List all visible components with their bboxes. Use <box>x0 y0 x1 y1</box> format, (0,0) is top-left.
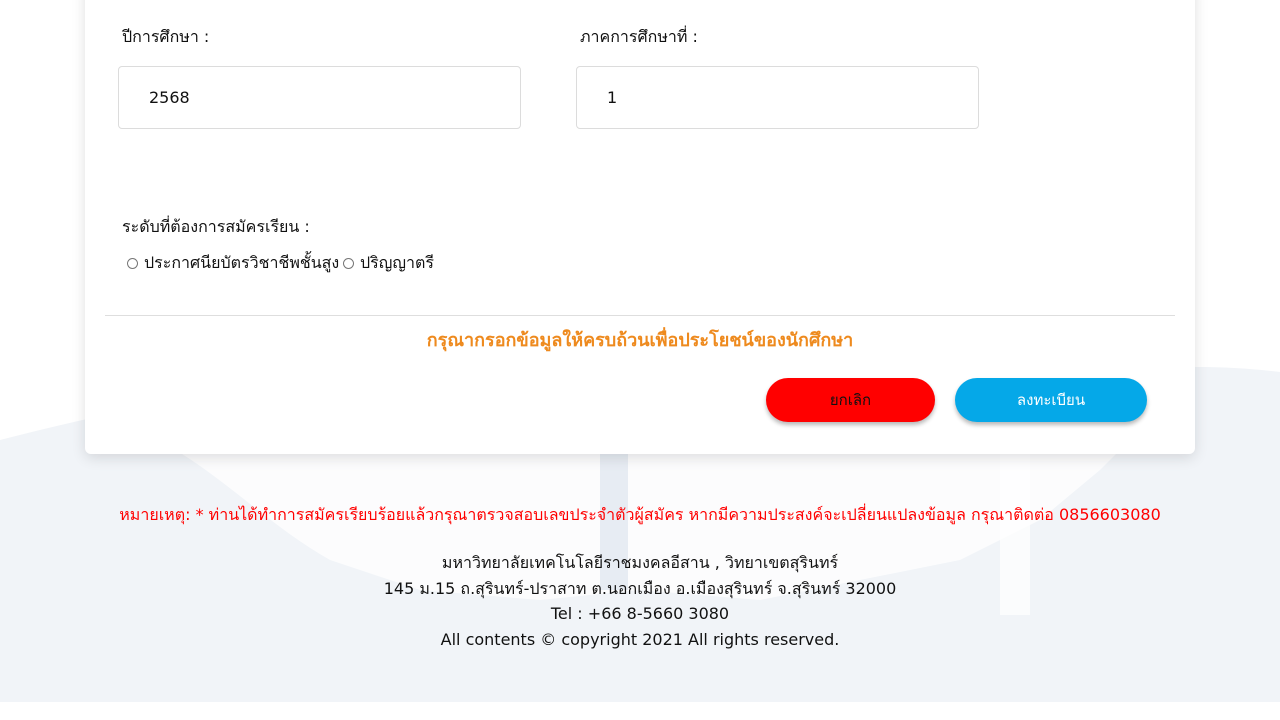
footer-address: 145 ม.15 ถ.สุรินทร์-ปราสาท ต.นอกเมือง อ.… <box>383 578 897 598</box>
footer: มหาวิทยาลัยเทคโนโลยีราชมงคลอีสาน , วิทยา… <box>0 550 1280 652</box>
register-button[interactable]: ลงทะเบียน <box>955 378 1147 422</box>
footer-strip <box>0 702 1280 720</box>
radio-label-bachelor: ปริญญาตรี <box>360 252 434 272</box>
registration-form-card: ปีการศึกษา : ภาคการศึกษาที่ : ระดับที่ต้… <box>85 0 1195 454</box>
radio-label-higher-vocational: ประกาศนียบัตรวิชาชีพชั้นสูง <box>144 252 340 272</box>
radio-button-higher-vocational[interactable] <box>127 257 138 269</box>
semester-input[interactable] <box>576 66 979 129</box>
academic-year-input[interactable] <box>118 66 521 129</box>
academic-year-label: ปีการศึกษา : <box>122 27 210 46</box>
footer-institution: มหาวิทยาลัยเทคโนโลยีราชมงคลอีสาน , วิทยา… <box>441 553 839 572</box>
radio-button-bachelor[interactable] <box>343 257 354 269</box>
footer-copyright: All contents © copyright 2021 All rights… <box>440 629 840 649</box>
radio-option-higher-vocational[interactable]: ประกาศนียบัตรวิชาชีพชั้นสูง <box>127 252 339 274</box>
divider <box>105 315 1175 316</box>
footer-tel: Tel : +66 8-5660 3080 <box>550 604 730 623</box>
semester-label: ภาคการศึกษาที่ : <box>580 27 698 46</box>
radio-option-bachelor[interactable]: ปริญญาตรี <box>343 252 434 274</box>
cancel-button[interactable]: ยกเลิก <box>766 378 935 422</box>
remark-text: หมายเหตุ: * ท่านได้ทำการสมัครเรียบร้อยแล… <box>119 505 1161 524</box>
study-level-label: ระดับที่ต้องการสมัครเรียน : <box>122 217 310 236</box>
form-notice: กรุณากรอกข้อมูลให้ครบถ้วนเพื่อประโยชน์ขอ… <box>426 330 854 351</box>
